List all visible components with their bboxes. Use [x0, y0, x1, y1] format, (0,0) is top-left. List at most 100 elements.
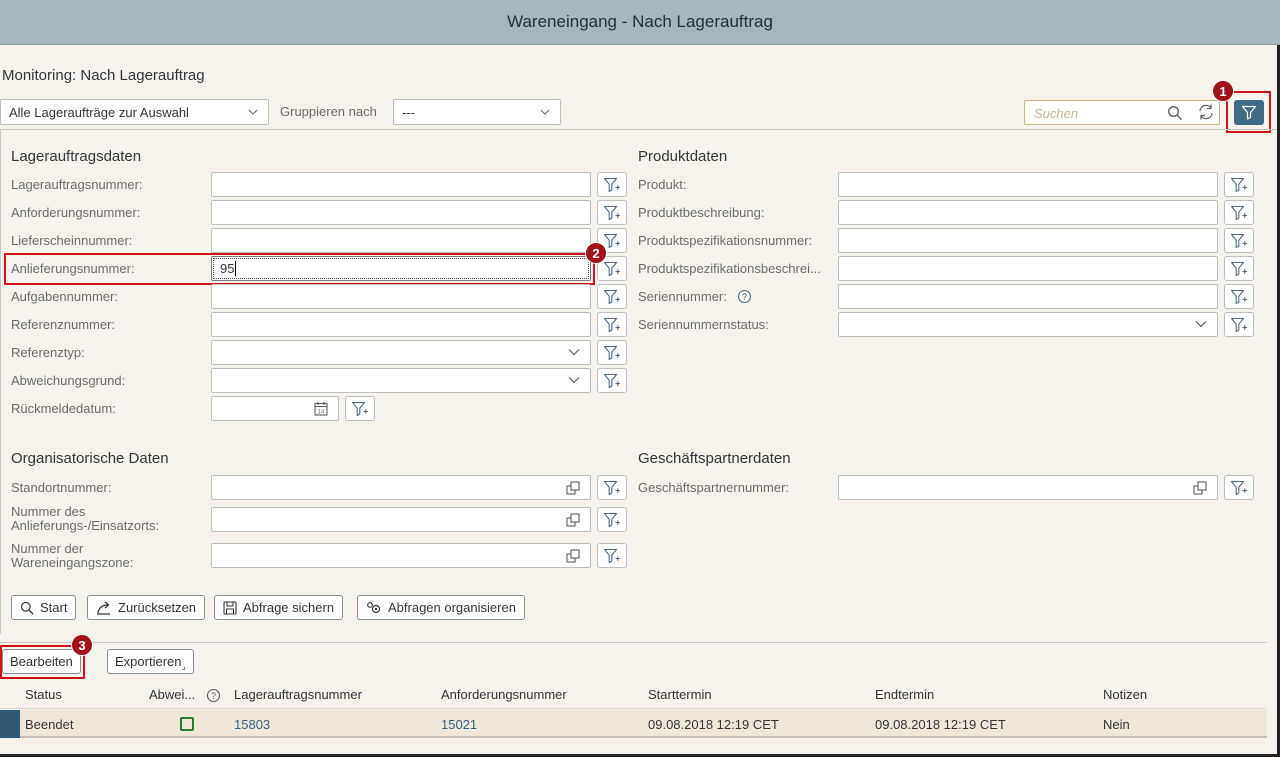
- warehouse-order-number-input[interactable]: [211, 172, 591, 197]
- organize-queries-button[interactable]: Abfragen organisieren: [357, 595, 525, 620]
- window-title: Wareneingang - Nach Lagerauftrag: [507, 12, 773, 31]
- filter-add-button[interactable]: [1224, 256, 1254, 281]
- column-header-warehouse-order[interactable]: Lagerauftragsnummer: [234, 687, 362, 702]
- label-business-partner-number: Geschäftspartnernummer:: [638, 480, 790, 495]
- search-input[interactable]: Suchen: [1024, 100, 1220, 125]
- filter-add-button[interactable]: [597, 312, 627, 337]
- column-header-start-date[interactable]: Starttermin: [648, 687, 712, 702]
- filter-add-button[interactable]: [597, 475, 627, 500]
- filter-add-button[interactable]: [1224, 475, 1254, 500]
- filter-plus-icon: [1230, 289, 1248, 305]
- cell-start-date: 09.08.2018 12:19 CET: [648, 717, 779, 732]
- label-reference-number: Referenznummer:: [11, 317, 116, 332]
- group-by-label: Gruppieren nach: [280, 104, 377, 119]
- filter-add-button[interactable]: [597, 172, 627, 197]
- column-header-notes[interactable]: Notizen: [1103, 687, 1147, 702]
- value-help-icon[interactable]: [566, 549, 580, 563]
- filter-plus-icon: [603, 205, 621, 221]
- site-number-input[interactable]: [211, 475, 591, 500]
- filter-plus-icon: [351, 401, 369, 417]
- cell-end-date: 09.08.2018 12:19 CET: [875, 717, 1006, 732]
- label-product: Produkt:: [638, 177, 687, 192]
- help-icon[interactable]: ?: [206, 688, 221, 703]
- filter-add-button[interactable]: [597, 543, 627, 568]
- product-spec-number-input[interactable]: [838, 228, 1218, 253]
- organize-queries-button-label: Abfragen organisieren: [388, 600, 516, 615]
- svg-text:?: ?: [211, 691, 216, 701]
- filter-add-button[interactable]: [1224, 172, 1254, 197]
- product-description-input[interactable]: [838, 200, 1218, 225]
- door-number-input[interactable]: [211, 507, 591, 532]
- group-by-dropdown[interactable]: ---: [393, 99, 561, 125]
- cell-warehouse-order-link[interactable]: 15803: [234, 717, 270, 732]
- callout-badge-2: 2: [585, 242, 607, 264]
- business-partner-number-input[interactable]: [838, 475, 1218, 500]
- label-delivery-note-number: Lieferscheinnummer:: [11, 233, 133, 248]
- filter-add-button[interactable]: [597, 284, 627, 309]
- label-staging-area-number: Nummer der Wareneingangszone:: [11, 542, 133, 570]
- task-number-input[interactable]: [211, 284, 591, 309]
- help-icon[interactable]: ?: [737, 289, 752, 304]
- save-query-button-label: Abfrage sichern: [243, 600, 335, 615]
- filter-add-button[interactable]: [597, 507, 627, 532]
- table-row[interactable]: Beendet 15803 15021 09.08.2018 12:19 CET…: [0, 710, 1267, 738]
- group-by-value: ---: [402, 104, 415, 120]
- refresh-icon[interactable]: [1197, 103, 1215, 121]
- window-title-bar: Wareneingang - Nach Lagerauftrag: [0, 0, 1280, 45]
- reset-button[interactable]: Zurücksetzen: [87, 595, 206, 620]
- cell-request-number-link[interactable]: 15021: [441, 717, 477, 732]
- row-selector[interactable]: [0, 710, 20, 738]
- section-divider: [0, 642, 1267, 643]
- serial-number-input[interactable]: [838, 284, 1218, 309]
- page-title: Monitoring: Nach Lagerauftrag: [2, 67, 205, 84]
- label-warehouse-order-number: Lagerauftragsnummer:: [11, 177, 143, 192]
- reference-type-dropdown[interactable]: [211, 340, 591, 365]
- value-help-icon[interactable]: [1193, 481, 1207, 495]
- calendar-icon[interactable]: 14: [314, 401, 328, 416]
- section-title-warehouse: Lagerauftragsdaten: [11, 148, 142, 165]
- reference-number-input[interactable]: [211, 312, 591, 337]
- column-header-request-number[interactable]: Anforderungsnummer: [441, 687, 567, 702]
- save-query-button[interactable]: Abfrage sichern: [214, 595, 344, 620]
- search-placeholder: Suchen: [1034, 106, 1079, 121]
- callout-badge-3: 3: [71, 634, 93, 656]
- filter-add-button[interactable]: [1224, 284, 1254, 309]
- export-button[interactable]: Exportieren⌟: [107, 649, 194, 674]
- staging-area-number-input[interactable]: [211, 543, 591, 568]
- value-help-icon[interactable]: [566, 513, 580, 527]
- product-input[interactable]: [838, 172, 1218, 197]
- menu-indicator-icon: ⌟: [181, 661, 186, 671]
- chevron-down-icon: [540, 107, 550, 117]
- confirmation-date-input[interactable]: 14: [211, 396, 339, 421]
- start-button[interactable]: Start: [11, 595, 77, 620]
- filter-add-button[interactable]: [345, 396, 375, 421]
- filter-add-button[interactable]: [1224, 312, 1254, 337]
- column-header-status[interactable]: Status: [25, 687, 62, 702]
- label-line: Nummer des: [11, 504, 86, 519]
- filter-plus-icon: [603, 480, 621, 496]
- serial-number-status-dropdown[interactable]: [838, 312, 1218, 337]
- label-product-description: Produktbeschreibung:: [638, 205, 765, 220]
- reset-icon: [97, 601, 110, 615]
- filter-add-button[interactable]: [1224, 200, 1254, 225]
- filter-plus-icon: [1230, 261, 1248, 277]
- deviation-reason-dropdown[interactable]: [211, 368, 591, 393]
- filter-add-button[interactable]: [597, 200, 627, 225]
- start-button-label: Start: [40, 600, 68, 615]
- delivery-note-number-input[interactable]: [211, 228, 591, 253]
- filter-plus-icon: [603, 233, 621, 249]
- selection-dropdown-value: Alle Lageraufträge zur Auswahl: [9, 104, 189, 120]
- product-spec-description-input[interactable]: [838, 256, 1218, 281]
- column-header-end-date[interactable]: Endtermin: [875, 687, 934, 702]
- filter-add-button[interactable]: [597, 368, 627, 393]
- reset-button-label: Zurücksetzen: [118, 600, 197, 615]
- selection-dropdown[interactable]: Alle Lageraufträge zur Auswahl: [0, 99, 269, 125]
- search-icon[interactable]: [1167, 105, 1183, 121]
- filter-plus-icon: [1230, 480, 1248, 496]
- request-number-input[interactable]: [211, 200, 591, 225]
- filter-add-button[interactable]: [1224, 228, 1254, 253]
- label-confirmation-date: Rückmeldedatum:: [11, 401, 116, 416]
- filter-add-button[interactable]: [597, 340, 627, 365]
- value-help-icon[interactable]: [566, 481, 580, 495]
- column-header-deviation[interactable]: Abwei...: [149, 687, 195, 702]
